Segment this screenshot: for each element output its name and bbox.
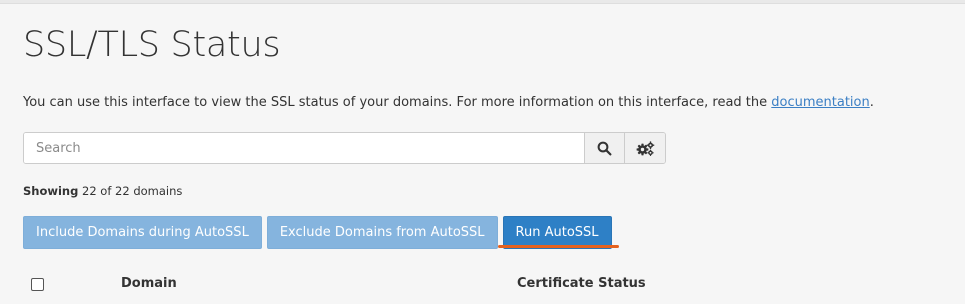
top-border	[0, 0, 965, 4]
exclude-domains-button[interactable]: Exclude Domains from AutoSSL	[266, 216, 498, 249]
include-domains-button[interactable]: Include Domains during AutoSSL	[23, 216, 262, 249]
documentation-link[interactable]: documentation	[771, 95, 869, 110]
gears-icon	[636, 140, 654, 156]
select-all-checkbox[interactable]	[31, 278, 44, 291]
search-input[interactable]	[24, 133, 584, 163]
intro-suffix: .	[869, 95, 874, 110]
intro-text: You can use this interface to view the S…	[23, 93, 874, 112]
search-icon	[597, 141, 612, 155]
column-header-certificate-status[interactable]: Certificate Status	[517, 276, 646, 291]
search-group	[23, 132, 666, 164]
showing-count: Showing 22 of 22 domains	[23, 182, 182, 200]
settings-button[interactable]	[624, 133, 665, 163]
search-button[interactable]	[584, 133, 624, 163]
showing-label: Showing	[23, 184, 79, 198]
page-title: SSL/TLS Status	[23, 25, 281, 65]
intro-body: You can use this interface to view the S…	[23, 95, 772, 110]
column-header-domain[interactable]: Domain	[121, 276, 177, 291]
table-header: Domain Certificate Status	[23, 270, 943, 304]
run-autossl-highlight	[498, 245, 619, 248]
showing-text: 22 of 22 domains	[82, 184, 183, 198]
